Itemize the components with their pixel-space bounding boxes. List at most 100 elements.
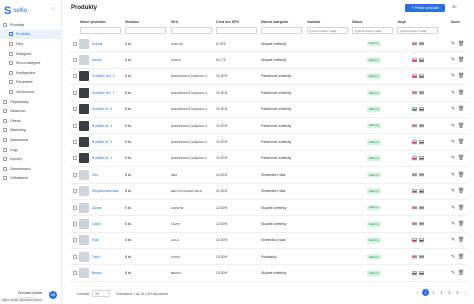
add-product-button[interactable]: + Pridať produkt xyxy=(405,4,445,12)
edit-icon[interactable]: ✎ xyxy=(451,106,455,112)
trash-icon[interactable]: 🗑 xyxy=(458,221,464,227)
page-button[interactable]: 4 xyxy=(446,289,453,296)
logo[interactable]: S sellio xyxy=(4,5,27,17)
row-checkbox[interactable] xyxy=(73,107,77,112)
trash-icon[interactable]: 🗑 xyxy=(458,188,464,194)
sidebar-item-13[interactable]: Logy xyxy=(0,145,62,155)
trash-icon[interactable]: 🗑 xyxy=(458,155,464,161)
row-checkbox[interactable] xyxy=(73,189,77,194)
edit-icon[interactable]: ✎ xyxy=(451,57,455,63)
sidebar-item-14[interactable]: Exporty xyxy=(0,154,62,164)
sidebar-item-1[interactable]: Produkty xyxy=(0,29,62,40)
edit-icon[interactable]: ✎ xyxy=(451,237,455,243)
edit-icon[interactable]: ✎ xyxy=(451,123,455,129)
table-row[interactable]: Hula 8 ks HULA 12,00 € Svietnidla z skla Aktí… xyxy=(70,233,468,250)
trash-icon[interactable]: 🗑 xyxy=(458,205,464,211)
product-name-link[interactable]: Svietidlo N. 5 xyxy=(92,107,112,111)
sidebar-item-11[interactable]: Marketing xyxy=(0,126,62,136)
column-header-stock[interactable]: Skladom xyxy=(125,20,139,26)
row-checkbox[interactable] xyxy=(73,58,77,63)
product-name-link[interactable]: Svietidlo NO. 1 xyxy=(92,91,115,95)
table-row[interactable]: Svietidlo N. 5 8 ks PARAFÍNOVÁ SVIEČKA N5 1… xyxy=(70,102,468,118)
row-checkbox[interactable] xyxy=(73,156,77,161)
row-checkbox[interactable] xyxy=(73,221,77,226)
column-header-name[interactable]: Názov produktu xyxy=(80,20,106,26)
filter-sku-input[interactable] xyxy=(171,27,212,34)
sidebar-item-5[interactable]: Konfigurátor xyxy=(0,68,62,78)
product-name-link[interactable]: Svietidlo NO. 3 xyxy=(92,74,115,78)
table-row[interactable]: Svietidlo NO. 3 8 ks PARAFÍNOVÁ SVIEČKA NO… xyxy=(70,69,468,86)
row-checkbox[interactable] xyxy=(73,271,77,276)
product-name-link[interactable]: Recyklovaná skla xyxy=(92,189,118,193)
filter-name-input[interactable] xyxy=(80,27,121,34)
sidebar-item-7[interactable]: Výrobcovia xyxy=(0,87,62,97)
trash-icon[interactable]: 🗑 xyxy=(458,139,464,145)
sidebar-item-9[interactable]: Zákazníci xyxy=(0,106,62,116)
product-name-link[interactable]: Hula xyxy=(92,238,99,242)
trash-icon[interactable]: 🗑 xyxy=(458,106,464,112)
edit-icon[interactable]: ✎ xyxy=(451,221,455,227)
table-row[interactable]: Kanva 6 ks KANVA 6,17 € Stojané svietniky Akt… xyxy=(70,52,468,69)
row-checkbox[interactable] xyxy=(73,90,77,95)
prev-page-button[interactable]: ‹ xyxy=(414,289,421,296)
sidebar-item-2[interactable]: Sety xyxy=(0,39,62,49)
sidebar-item-16[interactable]: Odhlásenie xyxy=(0,174,62,184)
edit-icon[interactable]: ✎ xyxy=(451,90,455,96)
product-name-link[interactable]: Kvetok xyxy=(92,42,102,46)
table-row[interactable]: Svietidlo N. 4 8 ks PARAFÍNOVÁ SVIEČKA N4 1… xyxy=(70,118,468,135)
trash-icon[interactable]: 🗑 xyxy=(458,90,464,96)
sidebar-item-3[interactable]: Kategórie xyxy=(0,49,62,59)
product-name-link[interactable]: Tokio xyxy=(92,255,100,259)
next-page-button[interactable]: › xyxy=(462,289,469,296)
table-row[interactable]: Lávky 8 ks LÁVKY 12,00 € Stojané svietniky Ak… xyxy=(70,216,468,233)
table-row[interactable]: Kvetok 5 ks KVETOK 5,75 € Stojané svietniky A… xyxy=(70,36,468,53)
page-button[interactable]: 1 xyxy=(422,289,429,296)
row-checkbox[interactable] xyxy=(73,74,77,79)
row-checkbox[interactable] xyxy=(73,41,77,46)
edit-icon[interactable]: ✎ xyxy=(451,172,455,178)
row-checkbox[interactable] xyxy=(73,172,77,177)
sidebar-item-4[interactable]: Strom kategorií xyxy=(0,58,62,68)
row-checkbox[interactable] xyxy=(73,123,77,128)
trash-icon[interactable]: 🗑 xyxy=(458,270,464,276)
row-checkbox[interactable] xyxy=(73,238,77,243)
trash-icon[interactable]: 🗑 xyxy=(458,172,464,178)
edit-icon[interactable]: ✎ xyxy=(451,155,455,161)
edit-icon[interactable]: ✎ xyxy=(451,139,455,145)
column-header-price[interactable]: Cena bez DPH xyxy=(216,20,239,26)
avatar[interactable]: AB xyxy=(49,291,57,299)
table-row[interactable]: Svietidlo N. 1 8 ks PARAFÍNOVÁ SVIEČKA N1 1… xyxy=(70,151,468,168)
trash-icon[interactable]: 🗑 xyxy=(458,123,464,129)
per-page-select[interactable]: 15 xyxy=(92,290,110,297)
page-button[interactable]: 5 xyxy=(454,289,461,296)
row-checkbox[interactable] xyxy=(73,205,77,210)
sidebar-item-10[interactable]: Obsah xyxy=(0,116,62,126)
table-row[interactable]: Svietidlo NO. 1 8 ks PARAFÍNOVÁ SVIEČKA NO… xyxy=(70,85,468,102)
edit-icon[interactable]: ✎ xyxy=(451,41,455,47)
filter-status-select[interactable]: Vyberte alebo zadaj... xyxy=(352,27,393,34)
column-header-variant[interactable]: Varianta xyxy=(307,20,320,26)
product-name-link[interactable]: Beako xyxy=(92,271,102,275)
filter-stock-input[interactable] xyxy=(125,27,166,34)
edit-icon[interactable]: ✎ xyxy=(451,205,455,211)
column-header-language[interactable]: Jazyk xyxy=(397,20,406,26)
edit-icon[interactable]: ✎ xyxy=(451,254,455,260)
column-header-status[interactable]: Status xyxy=(352,20,362,26)
sidebar-item-15[interactable]: Zamestnanci xyxy=(0,164,62,174)
product-name-link[interactable]: Sen xyxy=(92,173,98,177)
filter-category-input[interactable] xyxy=(261,27,302,34)
row-checkbox[interactable] xyxy=(73,140,77,145)
table-row[interactable]: Recyklovaná skla 8 ks RECYKLOVANÁ SKLO 12,0… xyxy=(70,184,468,200)
column-header-sku[interactable]: SKU xyxy=(171,20,178,26)
product-name-link[interactable]: Kanva xyxy=(92,58,102,62)
row-checkbox[interactable] xyxy=(73,254,77,259)
trash-icon[interactable]: 🗑 xyxy=(458,41,464,47)
sidebar-item-6[interactable]: Parametre xyxy=(0,78,62,88)
table-row[interactable]: Beako 8 ks BEAKO 12,00 € Stojané svietniky Ak… xyxy=(70,265,468,282)
table-row[interactable]: Svietidlo N. 3 8 ks PARAFÍNOVÁ SVIEČKA N3 1… xyxy=(70,134,468,151)
sidebar-item-8[interactable]: Objednávky xyxy=(0,97,62,107)
trash-icon[interactable]: 🗑 xyxy=(458,237,464,243)
filter-language-select[interactable]: Vyberte alebo zadaj... xyxy=(397,27,438,34)
table-row[interactable]: Zaostr 8 ks ZAOSTR 12,00 € Stojané svietniky… xyxy=(70,200,468,217)
page-button[interactable]: 3 xyxy=(438,289,445,296)
